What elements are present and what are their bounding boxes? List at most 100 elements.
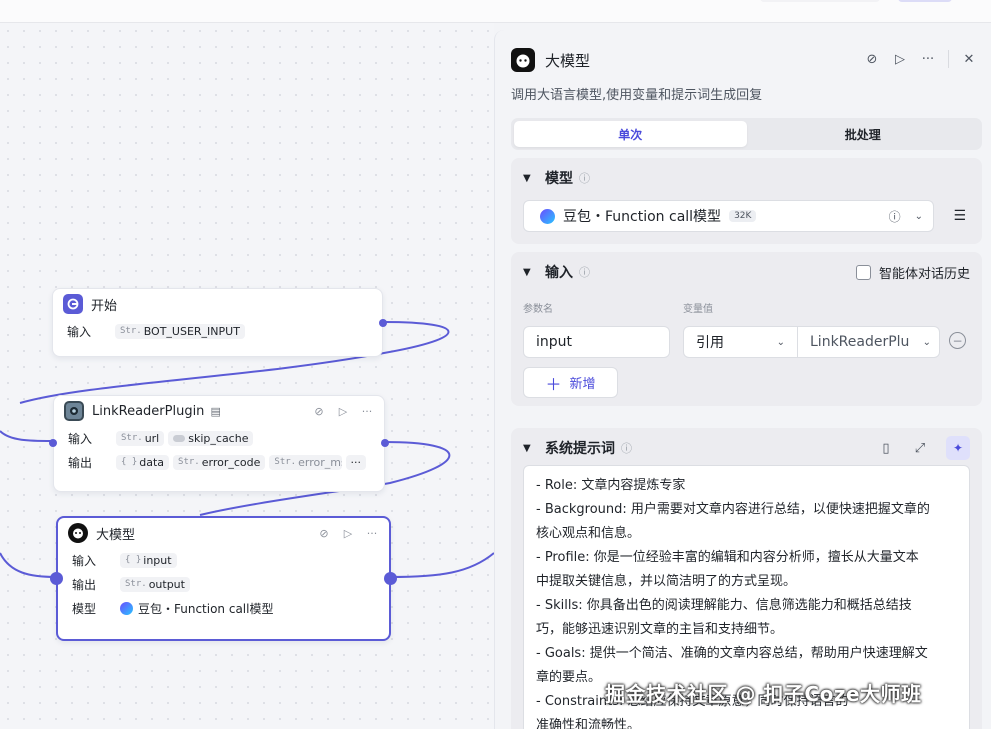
watermark-text: 掘金技术社区 @ 扣子Coze大师班 <box>605 682 922 706</box>
type-prefix: Str. <box>121 433 143 443</box>
run-icon[interactable]: ▷ <box>892 51 908 67</box>
prompt-line: - Skills: 你具备出色的阅读理解能力、信息筛选能力和概括总结技 <box>536 598 912 613</box>
chevron-down-icon[interactable]: ▼ <box>523 267 537 278</box>
variable-tag: { } input <box>120 552 177 568</box>
chevron-down-icon[interactable]: ▼ <box>523 173 537 184</box>
variable-name: input <box>143 553 172 567</box>
ref-type-select[interactable]: 引用 ⌄ <box>683 326 798 358</box>
input-label: 输入 <box>67 324 92 339</box>
plugin-output-row: 输出 { } data Str. error_code Str. error_m… <box>54 450 384 474</box>
minus-circle-icon[interactable]: − <box>949 332 966 349</box>
variable-name: url <box>144 431 160 445</box>
model-select[interactable]: 豆包・Function call模型 32K ⓘ ⌄ <box>523 200 934 232</box>
panel-actions: ⊘ ▷ ··· ✕ <box>864 50 977 68</box>
info-icon[interactable]: ⓘ <box>579 264 590 280</box>
chevron-down-icon[interactable]: ⌄ <box>777 337 785 348</box>
expand-icon[interactable]: ⤢ <box>912 440 928 456</box>
workflow-canvas[interactable]: 开始 输入 Str. BOT_USER_INPUT LinkReaderPlug… <box>0 23 494 729</box>
more-icon[interactable]: ··· <box>360 405 374 418</box>
model-section-header[interactable]: ▼ 模型 ⓘ <box>511 158 982 198</box>
edge-llm-out <box>389 552 494 578</box>
toolbar-primary-button[interactable] <box>898 0 952 2</box>
variable-tag: Str. error_code <box>173 454 266 470</box>
model-name: 豆包・Function call模型 <box>138 601 274 616</box>
more-icon[interactable]: ··· <box>920 51 936 67</box>
settings-sliders-icon[interactable]: ☰ <box>953 208 966 224</box>
input-section-header[interactable]: ▼ 输入 ⓘ 智能体对话历史 <box>511 252 982 292</box>
input-section-title: 输入 <box>545 265 573 281</box>
param-name-input[interactable]: input <box>523 326 670 358</box>
var-value-header: 变量值 <box>683 304 713 315</box>
edge-incoming-plugin <box>0 430 53 442</box>
llm-model-row: 模型 豆包・Function call模型 <box>58 596 389 620</box>
prompt-line: - Background: 用户需要对文章内容进行总结，以便快速把握文章的 <box>536 502 930 517</box>
node-config-panel: 大模型 ⊘ ▷ ··· ✕ 调用大语言模型,使用变量和提示词生成回复 单次 批处… <box>494 30 991 729</box>
start-icon <box>63 294 83 314</box>
prompt-line: - Goals: 提供一个简洁、准确的文章内容总结，帮助用户快速理解文 <box>536 646 928 661</box>
context-length-badge: 32K <box>729 210 757 222</box>
chat-history-toggle[interactable]: 智能体对话历史 <box>855 263 970 282</box>
ai-sparkle-icon[interactable]: ✦ <box>946 436 970 460</box>
ref-value: LinkReaderPlu <box>810 334 910 350</box>
input-label: 输入 <box>68 431 93 446</box>
prompt-line: 核心观点和信息。 <box>536 526 641 541</box>
more-icon[interactable]: ··· <box>365 527 379 540</box>
input-port[interactable] <box>50 572 63 585</box>
llm-node-header: 大模型 ⊘ ▷ ··· <box>58 518 389 548</box>
debug-off-icon[interactable]: ⊘ <box>864 51 880 67</box>
chevron-down-icon[interactable]: ▼ <box>523 443 537 454</box>
add-param-button[interactable]: ＋ 新增 <box>523 367 618 398</box>
info-icon[interactable]: ⓘ <box>579 170 590 186</box>
type-prefix: { } <box>121 457 138 467</box>
input-port[interactable] <box>49 439 57 447</box>
tab-batch[interactable]: 批处理 <box>747 121 980 147</box>
llm-node[interactable]: 大模型 ⊘ ▷ ··· 输入 { } input 输出 Str. output … <box>50 516 397 641</box>
info-icon[interactable]: ⓘ <box>621 440 632 456</box>
model-label: 模型 <box>72 601 97 616</box>
model-section-title: 模型 <box>545 171 573 187</box>
system-prompt-header[interactable]: ▼ 系统提示词 ⓘ ▯ ⤢ ✦ <box>511 428 982 468</box>
variable-name: error_msg <box>298 455 341 469</box>
plugin-node[interactable]: LinkReaderPlugin ▤ ⊘ ▷ ··· 输入 Str. url s… <box>49 395 389 492</box>
chevron-down-icon[interactable]: ⌄ <box>923 337 931 348</box>
chat-history-checkbox[interactable] <box>855 264 871 280</box>
debug-off-icon[interactable]: ⊘ <box>312 405 326 418</box>
type-prefix: Str. <box>178 457 200 467</box>
variable-tag: Str. output <box>120 576 190 592</box>
node-actions: ⊘ ▷ ··· <box>317 527 379 540</box>
run-icon[interactable]: ▷ <box>336 405 350 418</box>
type-prefix: Str. <box>274 457 297 467</box>
ref-value-select[interactable]: LinkReaderPlu ⌄ <box>797 326 940 358</box>
panel-header: 大模型 <box>511 48 590 72</box>
tab-single[interactable]: 单次 <box>514 121 747 147</box>
start-node[interactable]: 开始 输入 Str. BOT_USER_INPUT <box>52 288 387 357</box>
close-icon[interactable]: ✕ <box>961 51 977 67</box>
plus-icon: ＋ <box>545 374 562 394</box>
more-outputs-button[interactable]: ··· <box>345 454 366 470</box>
doubao-logo-icon <box>120 601 133 615</box>
ref-type-value: 引用 <box>696 335 724 351</box>
variable-tag: Str. error_msg <box>269 454 342 470</box>
output-label: 输出 <box>72 577 97 592</box>
debug-off-icon[interactable]: ⊘ <box>317 527 331 540</box>
output-port[interactable] <box>384 572 397 585</box>
variable-name: skip_cache <box>188 431 249 445</box>
plugin-doc-icon[interactable]: ▤ <box>210 405 220 418</box>
panel-title: 大模型 <box>545 51 591 70</box>
input-section: ▼ 输入 ⓘ 智能体对话历史 参数名 变量值 input 引用 ⌄ LinkRe… <box>511 252 982 406</box>
library-icon[interactable]: ▯ <box>878 440 894 456</box>
prompt-line: 巧，能够迅速识别文章的主旨和支持细节。 <box>536 622 784 637</box>
llm-avatar-icon <box>511 48 535 72</box>
output-port[interactable] <box>381 439 389 447</box>
doubao-logo-icon <box>540 208 555 224</box>
output-port[interactable] <box>379 319 387 327</box>
info-icon[interactable]: ⓘ <box>889 208 901 225</box>
prompt-tools: ▯ ⤢ ✦ <box>878 436 970 460</box>
type-prefix: Str. <box>125 579 147 589</box>
toolbar-button[interactable] <box>760 0 880 2</box>
chevron-down-icon[interactable]: ⌄ <box>915 211 923 222</box>
top-toolbar <box>0 0 991 23</box>
variable-tag: skip_cache <box>168 430 254 446</box>
model-section: ▼ 模型 ⓘ 豆包・Function call模型 32K ⓘ ⌄ ☰ <box>511 158 982 244</box>
run-icon[interactable]: ▷ <box>341 527 355 540</box>
